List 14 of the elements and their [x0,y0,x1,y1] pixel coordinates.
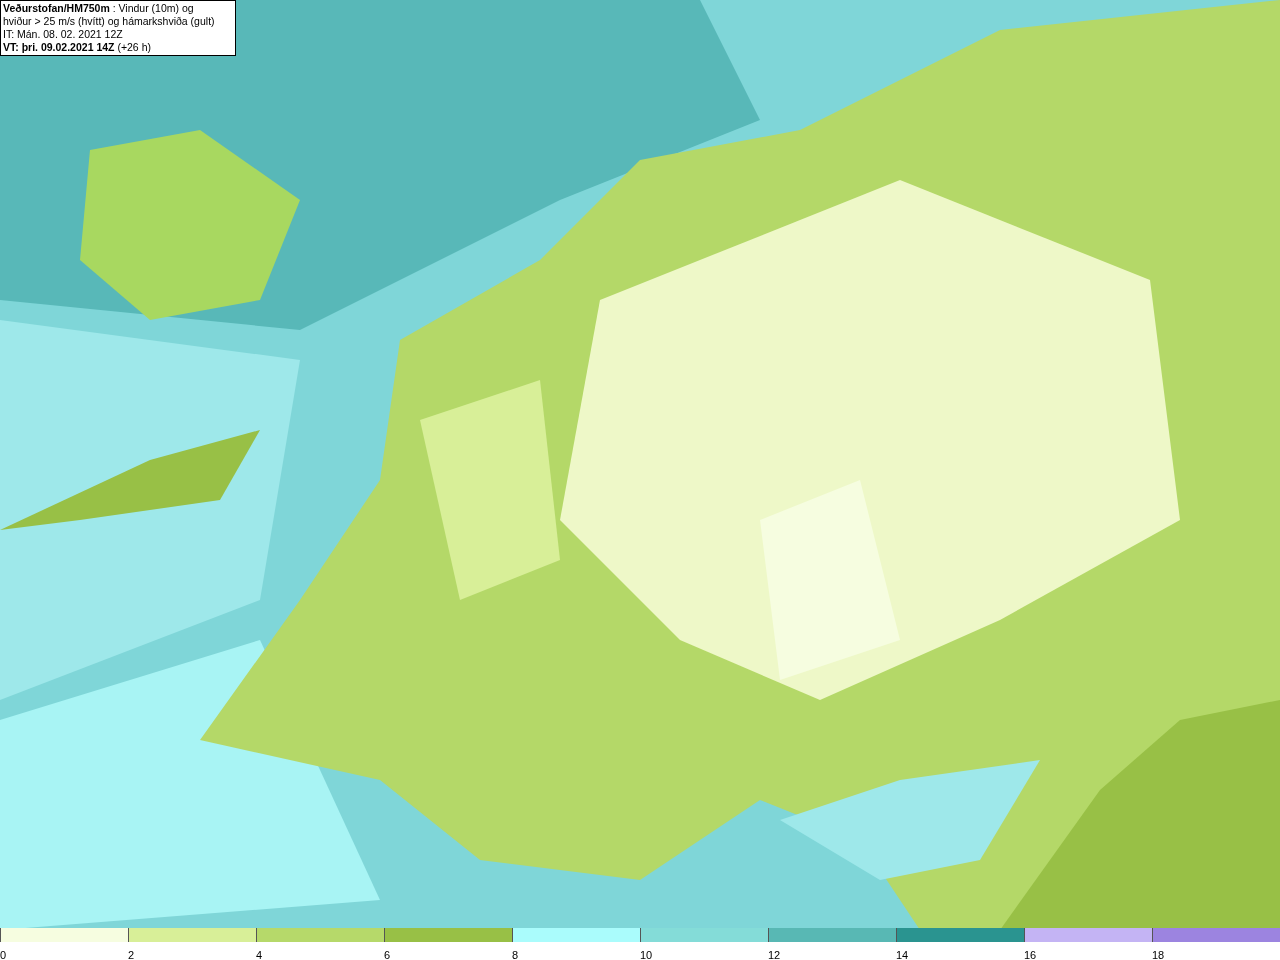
legend-text: IT: Mán. 08. 02. 2021 12Z [3,28,124,41]
scale-label: 6 [384,949,391,960]
scale-label: 12 [768,949,781,960]
scale-label: 16 [1024,949,1037,960]
scale-label: 4 [256,949,263,960]
scale-label: 0 [0,949,7,960]
scale-label: 2 [128,949,135,960]
scale-label: 10 [640,949,653,960]
scale-label: 18 [1152,949,1165,960]
scale-label: 14 [896,949,909,960]
legend-text: Veðurstofan/HM750m : Vindur (10m) og [3,2,195,15]
legend-text: hviður > 25 m/s (hvítt) og hámarkshviða (gult) [3,15,216,28]
scale-label: 8 [512,949,519,960]
legend-text: VT: þri. 09.02.2021 14Z (+26 h) [3,41,152,54]
